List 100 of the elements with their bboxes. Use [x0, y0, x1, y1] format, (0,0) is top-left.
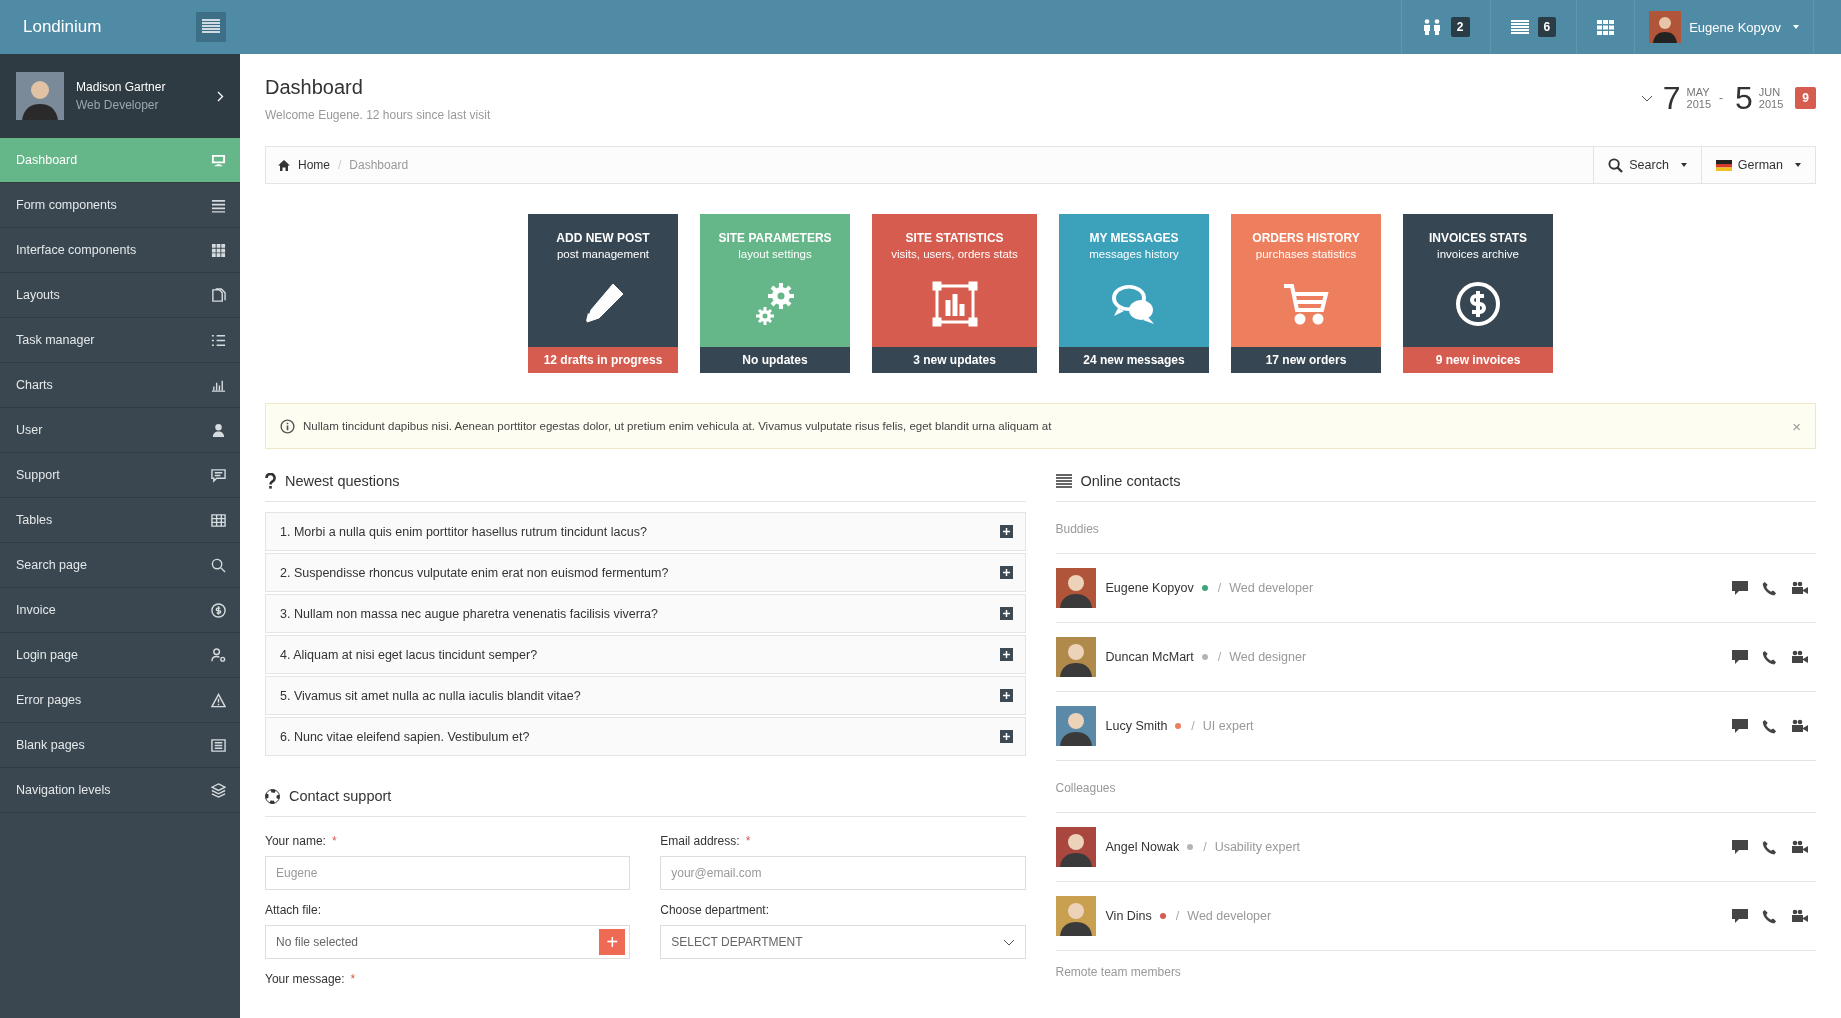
contact-role: Wed designer — [1229, 650, 1307, 664]
contact-name[interactable]: Duncan McMart — [1105, 650, 1194, 664]
tile-footer: 17 new orders — [1231, 347, 1381, 373]
contact-name[interactable]: Eugene Kopyov — [1105, 581, 1194, 595]
question-item[interactable]: 5. Vivamus sit amet nulla ac nulla iaculis blandit vitae? — [265, 676, 1026, 715]
count-badge: 6 — [1537, 17, 1557, 37]
grid-icon — [1597, 19, 1615, 35]
menu-toggle-button[interactable] — [196, 12, 226, 42]
plus-icon[interactable] — [999, 607, 1013, 620]
user-settings-icon — [211, 647, 226, 663]
search-icon — [1608, 157, 1624, 173]
date-year: 2015 — [1758, 98, 1784, 111]
sidebar-item[interactable]: Support — [0, 453, 240, 498]
phone-icon[interactable] — [1762, 580, 1777, 596]
sidebar-item[interactable]: Charts — [0, 363, 240, 408]
shortcut-tile[interactable]: ADD NEW POST post management 12 drafts in progress — [528, 214, 678, 373]
plus-icon[interactable] — [999, 648, 1013, 661]
required-mark: * — [745, 834, 751, 848]
count-badge: 2 — [1450, 17, 1470, 37]
video-camera-icon[interactable] — [1791, 840, 1808, 854]
question-item[interactable]: 1. Morbi a nulla quis enim porttitor hasellus rutrum tincidunt lacus? — [265, 512, 1026, 551]
sidebar-item[interactable]: Layouts — [0, 273, 240, 318]
shortcut-tile[interactable]: SITE STATISTICS visits, users, orders stats 3 new updates — [872, 214, 1037, 373]
page-title: Dashboard — [265, 76, 364, 99]
documents-icon — [211, 287, 226, 303]
video-camera-icon[interactable] — [1791, 719, 1808, 733]
sidebar-item[interactable]: Blank pages — [0, 723, 240, 768]
avatar — [1055, 706, 1096, 746]
avatar — [1055, 568, 1096, 608]
chat-icon[interactable] — [1732, 909, 1748, 923]
chat-icon[interactable] — [1732, 840, 1748, 854]
contact-name[interactable]: Angel Nowak — [1105, 840, 1180, 854]
sidebar-item[interactable]: Tables — [0, 498, 240, 543]
sidebar-item[interactable]: Form components — [0, 183, 240, 228]
name-field[interactable]: Eugene — [265, 856, 631, 890]
contact-role: Wed developer — [1229, 581, 1314, 595]
department-select[interactable]: SELECT DEPARTMENT — [660, 925, 1026, 959]
email-field[interactable]: your@email.com — [660, 856, 1026, 890]
brand-name[interactable]: Londinium — [23, 17, 102, 37]
avatar — [1649, 11, 1682, 43]
breadcrumb-link[interactable]: Home — [298, 158, 330, 172]
sidebar-item[interactable]: Error pages — [0, 678, 240, 723]
file-field[interactable]: No file selected + — [265, 925, 631, 959]
tile-subtitle: visits, users, orders stats — [891, 248, 1018, 260]
question-item[interactable]: 2. Suspendisse rhoncus vulputate enim erat non euismod fermentum? — [265, 553, 1026, 592]
shortcut-tile[interactable]: MY MESSAGES messages history 24 new messages — [1059, 214, 1209, 373]
sidebar-item[interactable]: User — [0, 408, 240, 453]
phone-icon[interactable] — [1762, 718, 1777, 734]
tile-title: MY MESSAGES — [1089, 231, 1179, 245]
shortcut-tile[interactable]: SITE PARAMETERS layout settings No updates — [700, 214, 850, 373]
required-mark: * — [331, 834, 337, 848]
tile-footer: 12 drafts in progress — [528, 347, 678, 373]
field-label: Your name: — [265, 834, 326, 848]
sidebar-item[interactable]: Interface components — [0, 228, 240, 273]
contact-name[interactable]: Vin Dins — [1105, 909, 1152, 923]
page-subtitle: Welcome Eugene. 12 hours since last visit — [265, 108, 491, 122]
language-button[interactable]: German — [1700, 147, 1815, 183]
question-item[interactable]: 4. Aliquam at nisi eget lacus tincidunt semper? — [265, 635, 1026, 674]
chat-icon[interactable] — [1732, 581, 1748, 595]
avatar — [1055, 827, 1096, 867]
video-camera-icon[interactable] — [1791, 581, 1808, 595]
breadcrumb-separator: / — [338, 158, 342, 172]
tile-footer: 9 new invoices — [1403, 347, 1553, 373]
sidebar-item[interactable]: Search page — [0, 543, 240, 588]
chevron-right-icon — [217, 90, 224, 102]
date-month: JUN — [1758, 85, 1782, 98]
plus-icon[interactable] — [999, 689, 1013, 702]
sidebar-item[interactable]: Task manager — [0, 318, 240, 363]
people-menu[interactable]: 2 — [1400, 0, 1490, 54]
grid-icon — [211, 242, 226, 258]
section-title: Contact support — [289, 788, 392, 804]
search-button[interactable]: Search — [1593, 147, 1701, 183]
question-item[interactable]: 3. Nullam non massa nec augue pharetra venenatis facilisis viverra? — [265, 594, 1026, 633]
question-item[interactable]: 6. Nunc vitae eleifend sapien. Vestibulum et? — [265, 717, 1026, 756]
tasks-menu[interactable]: 6 — [1489, 0, 1577, 54]
sidebar-item[interactable]: Login page — [0, 633, 240, 678]
contact-name[interactable]: Lucy Smith — [1105, 719, 1168, 733]
tile-title: ORDERS HISTORY — [1252, 231, 1360, 245]
plus-icon[interactable] — [999, 566, 1013, 579]
plus-icon[interactable] — [999, 730, 1013, 743]
phone-icon[interactable] — [1762, 839, 1777, 855]
tile-footer: No updates — [700, 347, 850, 373]
chevron-down-icon[interactable] — [1640, 94, 1653, 102]
video-camera-icon[interactable] — [1791, 909, 1808, 923]
phone-icon[interactable] — [1762, 908, 1777, 924]
shortcut-tile[interactable]: ORDERS HISTORY purchases statistics 17 new orders — [1231, 214, 1381, 373]
plus-icon[interactable] — [999, 525, 1013, 538]
profile-role: Web Developer — [76, 98, 160, 112]
video-camera-icon[interactable] — [1791, 650, 1808, 664]
contact-role: Usability expert — [1214, 840, 1301, 854]
user-menu[interactable]: Eugene Kopyov — [1634, 0, 1814, 54]
chat-icon[interactable] — [1732, 719, 1748, 733]
sidebar-item[interactable]: Navigation levels — [0, 768, 240, 813]
chat-icon[interactable] — [1732, 650, 1748, 664]
sidebar-item[interactable]: Invoice — [0, 588, 240, 633]
people-icon — [1421, 19, 1442, 35]
shortcut-tile[interactable]: INVOICES STATS invoices archive 9 new invoices — [1403, 214, 1553, 373]
profile-card[interactable]: Madison Gartner Web Developer — [0, 54, 240, 138]
phone-icon[interactable] — [1762, 649, 1777, 665]
field-label: Your message: — [265, 972, 345, 986]
